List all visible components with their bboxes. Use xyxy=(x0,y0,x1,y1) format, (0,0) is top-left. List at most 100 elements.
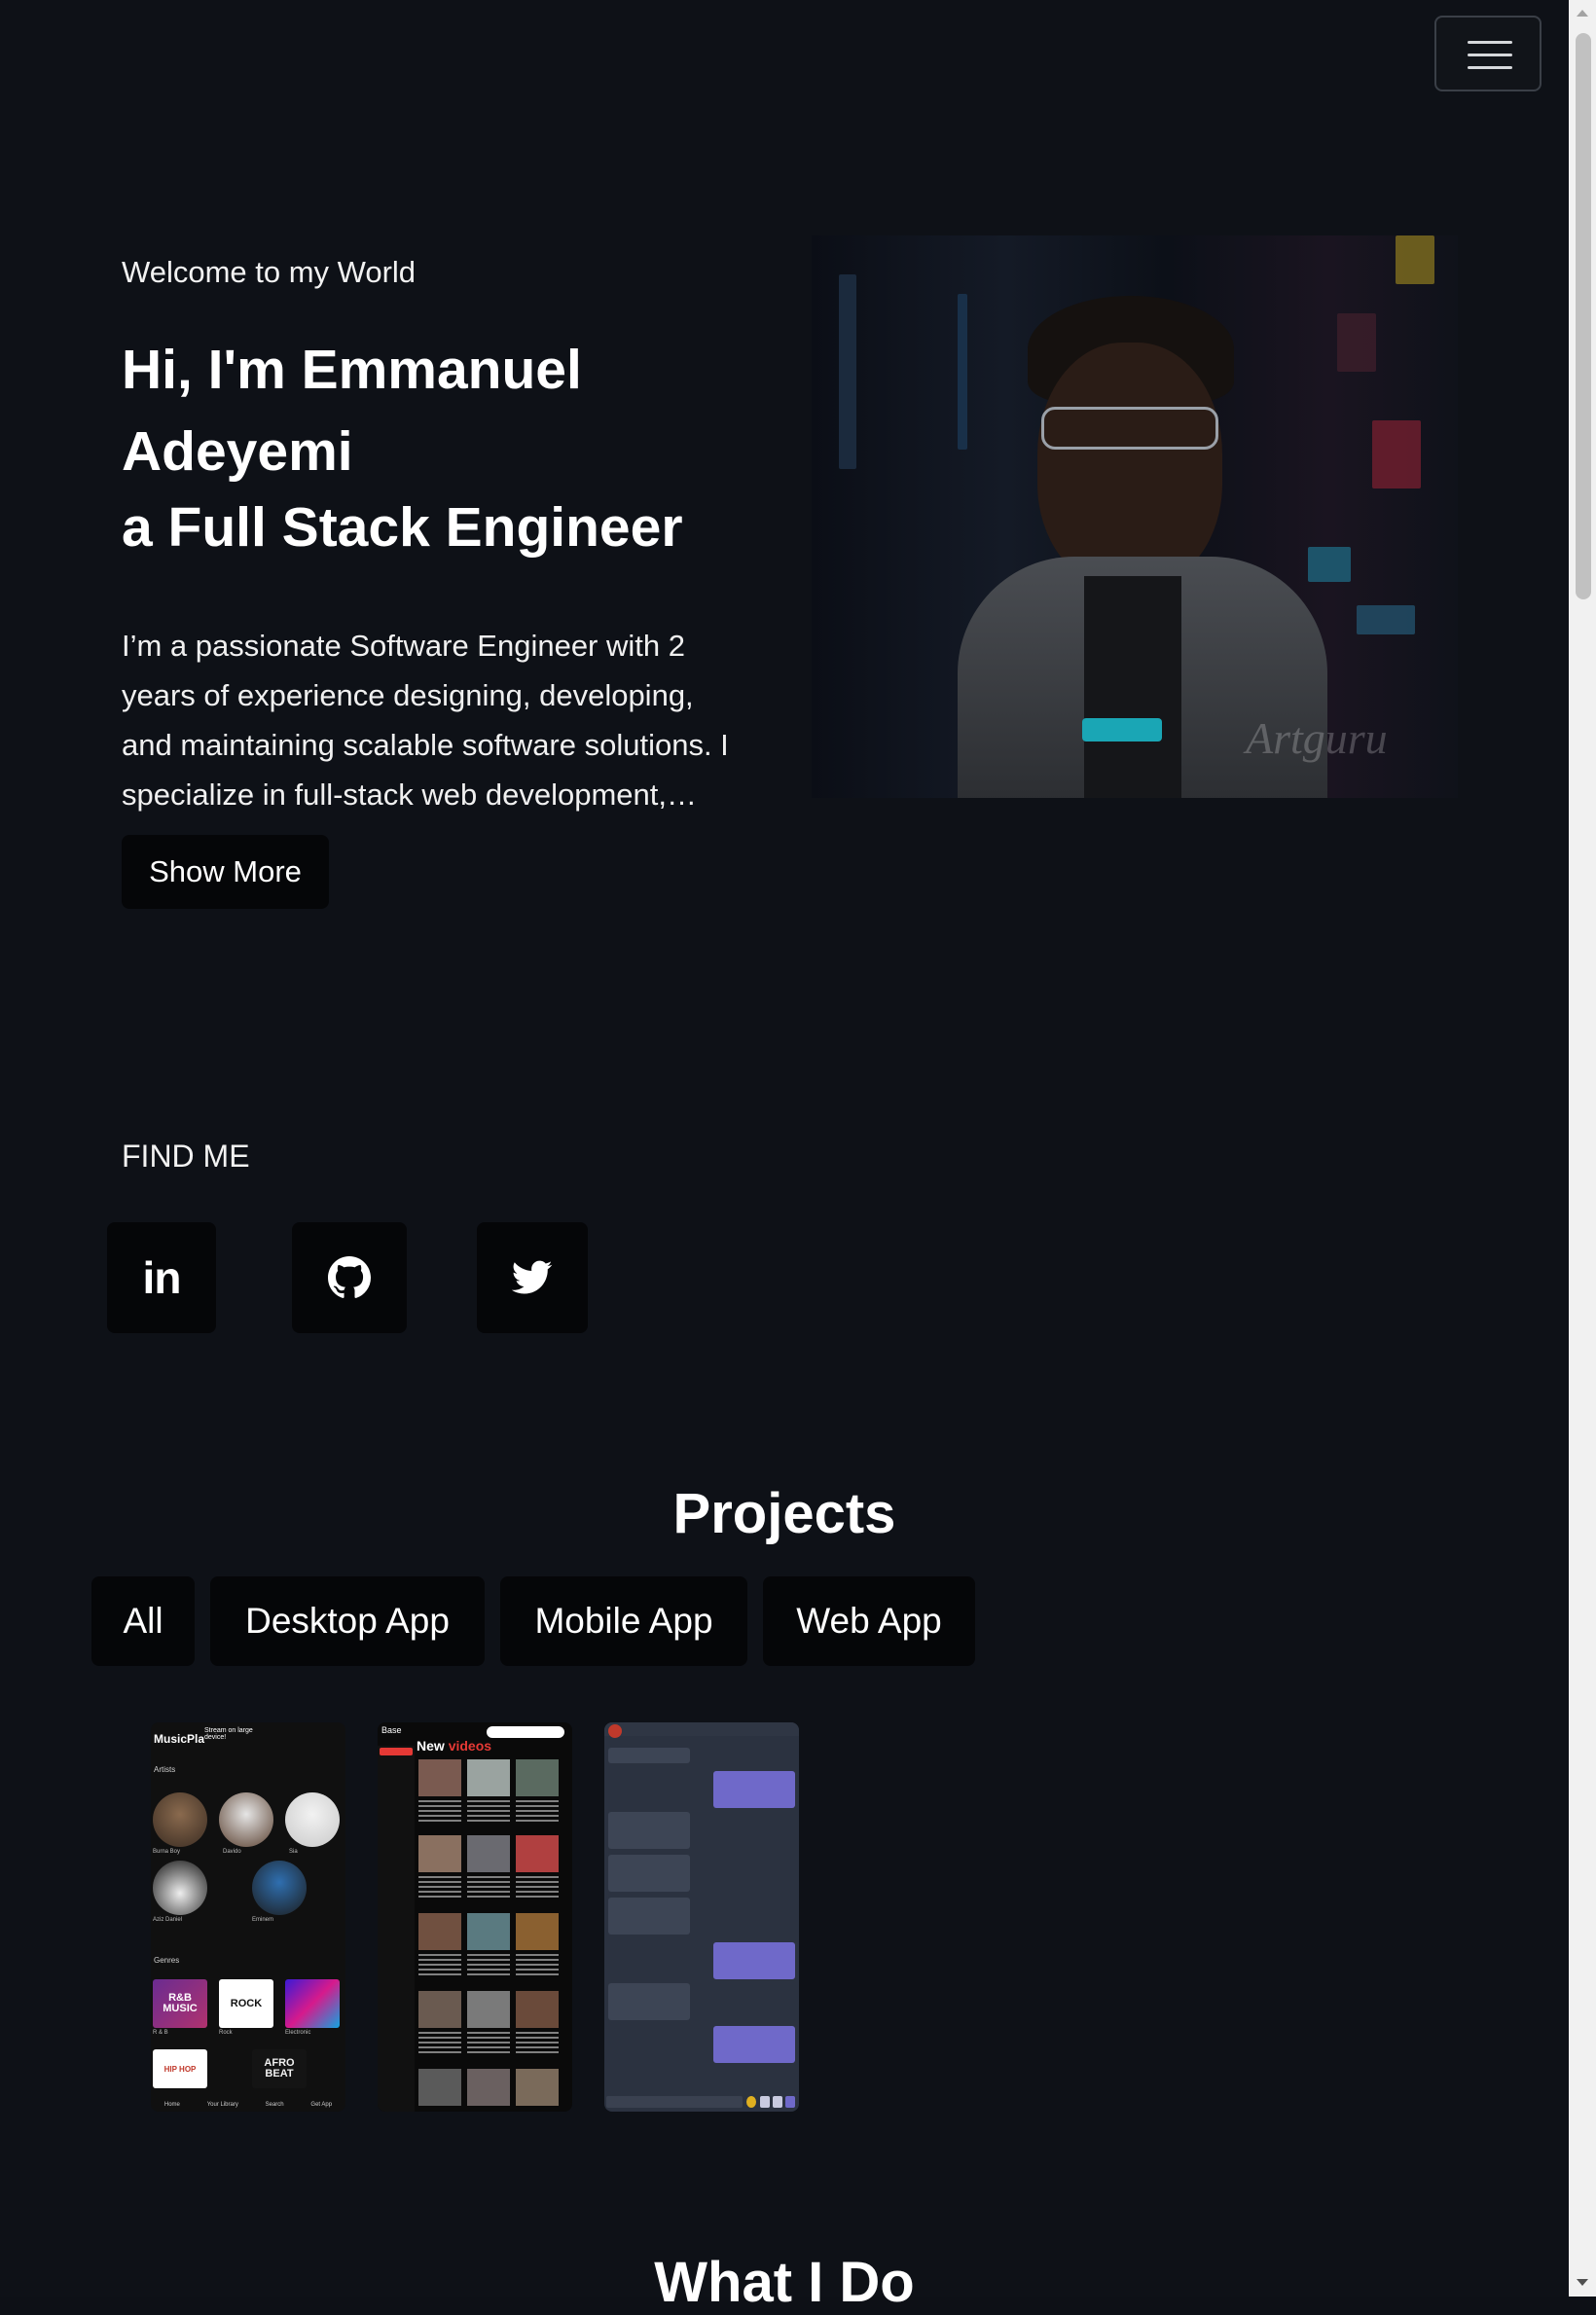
video-meta xyxy=(516,1954,559,1975)
artist-avatar xyxy=(219,1792,273,1847)
chat-bubble-sent xyxy=(713,2026,795,2063)
video-meta xyxy=(418,1876,461,1898)
scroll-down-arrow-icon[interactable] xyxy=(1569,2269,1596,2297)
nav-search[interactable]: Search xyxy=(266,2102,284,2108)
menu-bar xyxy=(1468,54,1512,56)
filter-all[interactable]: All xyxy=(91,1576,195,1666)
video-meta xyxy=(418,1800,461,1822)
artist-name: Eminem xyxy=(252,1917,274,1923)
video-thumb xyxy=(418,1991,461,2028)
video-sidebar xyxy=(378,1746,415,2112)
artist-avatar xyxy=(285,1792,340,1847)
filter-desktop-app[interactable]: Desktop App xyxy=(210,1576,485,1666)
filter-web-app[interactable]: Web App xyxy=(763,1576,975,1666)
new-label: New xyxy=(417,1738,445,1754)
video-thumb xyxy=(467,1913,510,1950)
artist-name: Aziz Daniel xyxy=(153,1917,183,1923)
image-icon xyxy=(773,2096,782,2108)
video-meta xyxy=(418,1954,461,1975)
genre-caption: Electronic xyxy=(285,2030,311,2036)
attach-icon xyxy=(760,2096,770,2108)
scroll-up-arrow-icon[interactable] xyxy=(1569,0,1596,27)
nav-library[interactable]: Your Library xyxy=(207,2102,238,2108)
artist-avatar xyxy=(252,1861,307,1915)
video-thumb xyxy=(467,2069,510,2106)
neon-sign xyxy=(1308,547,1351,582)
video-brand: Base xyxy=(381,1725,402,1735)
artist-name: Sia xyxy=(289,1849,298,1855)
video-thumb xyxy=(418,1913,461,1950)
video-search-bar xyxy=(487,1726,564,1738)
neon-sign xyxy=(1337,313,1376,372)
genre-caption: R & B xyxy=(153,2030,168,2036)
music-tagline: Stream on large device! xyxy=(204,1727,253,1741)
video-meta xyxy=(467,1800,510,1822)
emoji-icon xyxy=(746,2096,756,2108)
chat-bubble-received xyxy=(608,1748,690,1763)
video-meta xyxy=(467,1954,510,1975)
genre-tile: ROCK xyxy=(219,1979,273,2028)
hamburger-menu-button[interactable] xyxy=(1434,16,1542,91)
video-thumb xyxy=(418,1835,461,1872)
project-card-chat-app[interactable] xyxy=(604,1722,799,2112)
github-icon xyxy=(328,1256,371,1298)
show-more-button[interactable]: Show More xyxy=(122,835,329,909)
nav-get-app[interactable]: Get App xyxy=(310,2102,332,2108)
person-shirt xyxy=(1084,576,1181,798)
twitter-link[interactable] xyxy=(477,1222,588,1333)
video-thumb xyxy=(516,1835,559,1872)
chat-bubble-sent xyxy=(713,1942,795,1979)
find-me-heading: FIND ME xyxy=(122,1139,250,1174)
video-meta xyxy=(516,1876,559,1898)
linkedin-link[interactable]: in xyxy=(107,1222,216,1333)
video-thumb xyxy=(418,1759,461,1796)
music-logo: MusicPla xyxy=(154,1732,205,1746)
chat-bubble-received xyxy=(608,1855,690,1892)
chat-bubble-received xyxy=(608,1898,690,1935)
video-thumb xyxy=(516,1991,559,2028)
chat-bubble-received xyxy=(608,1983,690,2020)
neon-sign xyxy=(839,274,856,469)
video-thumb xyxy=(418,2069,461,2106)
genres-heading: Genres xyxy=(154,1956,180,1965)
artist-avatar xyxy=(153,1792,207,1847)
what-i-do-heading: What I Do xyxy=(654,2251,915,2314)
person-glasses xyxy=(1041,407,1218,450)
person-face xyxy=(1037,343,1222,586)
hero-title-line1: Hi, I'm Emmanuel Adeyemi xyxy=(122,339,582,483)
linkedin-icon: in xyxy=(142,1252,182,1303)
video-meta xyxy=(467,1876,510,1898)
hero-title-line2: a Full Stack Engineer xyxy=(122,496,683,559)
welcome-text: Welcome to my World xyxy=(122,255,417,289)
vertical-scrollbar[interactable] xyxy=(1569,0,1596,2297)
scroll-thumb[interactable] xyxy=(1576,33,1591,599)
nav-home[interactable]: Home xyxy=(164,2102,180,2108)
project-card-music-player[interactable]: MusicPla Stream on large device! Artists… xyxy=(151,1722,345,2112)
genre-tile: R&B MUSIC xyxy=(153,1979,207,2028)
github-link[interactable] xyxy=(292,1222,407,1333)
artist-name: Burna Boy xyxy=(153,1849,181,1855)
neon-sign xyxy=(1357,605,1415,634)
neon-sign xyxy=(958,294,967,450)
projects-heading: Projects xyxy=(672,1482,896,1545)
chat-avatar xyxy=(608,1724,622,1738)
videos-label: videos xyxy=(448,1738,492,1754)
video-thumb xyxy=(516,2069,559,2106)
video-meta xyxy=(418,2032,461,2053)
video-meta xyxy=(516,2032,559,2053)
portrait-watermark: Artguru xyxy=(1246,713,1388,763)
video-thumb xyxy=(516,1913,559,1950)
bio-text: I’m a passionate Software Engineer with … xyxy=(122,629,729,812)
menu-bar xyxy=(1468,41,1512,44)
video-thumb xyxy=(467,1991,510,2028)
genre-tile xyxy=(285,1979,340,2028)
filter-mobile-app[interactable]: Mobile App xyxy=(500,1576,747,1666)
artist-name: Davido xyxy=(223,1849,241,1855)
video-meta xyxy=(516,1800,559,1822)
genre-caption: Rock xyxy=(219,2030,233,2036)
new-videos-heading: New videos xyxy=(417,1738,491,1754)
menu-bar xyxy=(1468,66,1512,69)
chat-topbar xyxy=(604,1722,799,1736)
project-card-video-app[interactable]: Base New videos xyxy=(378,1722,572,2112)
neon-sign xyxy=(1396,235,1434,284)
